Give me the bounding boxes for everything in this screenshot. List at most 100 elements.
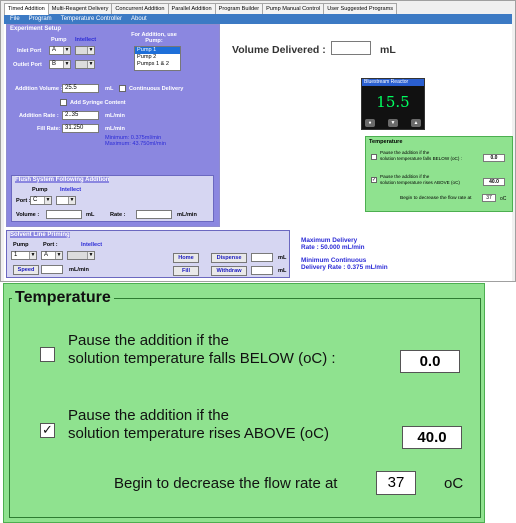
above-value-input[interactable]: 40.0: [402, 426, 462, 449]
pump-select-list[interactable]: Pump 1 Pump 2 Pumps 1 & 2: [134, 46, 181, 71]
fill-rate-unit: mL/min: [105, 126, 125, 132]
pause-below-checkbox[interactable]: [40, 347, 55, 362]
pause-above-line2-small: solution temperature rises ABOVE (oC): [380, 180, 460, 185]
solvent-pump-select[interactable]: 1 ▼: [11, 251, 37, 260]
continuous-delivery-checkbox[interactable]: [119, 85, 126, 92]
tab-multi-reagent[interactable]: Multi-Reagent Delivery: [47, 3, 113, 14]
pause-below-line2-small: solution temperature falls BELOW (oC) :: [380, 156, 462, 161]
display-down-button-icon[interactable]: ▼: [388, 119, 398, 127]
intellect-header: Intellect: [75, 37, 97, 43]
solvent-port-select[interactable]: A ▼: [41, 251, 63, 260]
pause-above-line2: solution temperature rises ABOVE (oC): [68, 425, 329, 442]
timed-addition-panel: Experiment Setup Pump Intellect For Addi…: [4, 24, 513, 281]
temperature-group-small: Temperature Pause the addition if the so…: [365, 136, 513, 212]
flush-rate-label: Rate :: [110, 212, 126, 218]
flush-intellect-select[interactable]: ▼: [56, 196, 76, 205]
pause-below-line2: solution temperature falls BELOW (oC) :: [68, 350, 336, 367]
menu-about[interactable]: About: [131, 16, 147, 22]
dispense-volume-input[interactable]: [251, 253, 273, 262]
pause-above-checkbox-small[interactable]: ✓: [371, 177, 377, 183]
volume-delivered-label: Volume Delivered :: [232, 44, 326, 56]
below-value-input-small[interactable]: 0.0: [483, 154, 505, 162]
outlet-port-label: Outlet Port: [13, 62, 42, 68]
pause-above-text-small: Pause the addition if the solution tempe…: [380, 174, 460, 186]
outlet-intellect-select[interactable]: ▼: [75, 60, 95, 69]
tab-concurrent[interactable]: Concurrent Addition: [111, 3, 169, 14]
tab-user-programs[interactable]: User Suggested Programs: [323, 3, 398, 14]
chevron-down-icon: ▼: [87, 252, 94, 259]
pump-option-both[interactable]: Pumps 1 & 2: [135, 61, 180, 68]
volume-delivered-unit: mL: [380, 44, 396, 56]
reactor-display: Bluestream Reactor 15.5 ● ▼ ▲: [361, 78, 425, 130]
menu-program[interactable]: Program: [29, 16, 52, 22]
reactor-temperature-readout: 15.5: [376, 93, 410, 111]
pause-above-checkbox[interactable]: ✓: [40, 423, 55, 438]
flush-rate-input[interactable]: [136, 210, 172, 219]
addition-volume-unit: mL: [105, 86, 114, 92]
dispense-button[interactable]: Dispense: [211, 253, 247, 263]
menu-temperature-controller[interactable]: Temperature Controller: [61, 16, 122, 22]
pause-above-text: Pause the addition if the solution tempe…: [68, 407, 329, 443]
application-window: Timed Addition Multi-Reagent Delivery Co…: [0, 0, 516, 282]
menu-file[interactable]: File: [10, 16, 20, 22]
above-value-input-small[interactable]: 40.0: [483, 178, 505, 186]
begin-decrease-label: Begin to decrease the flow rate at: [114, 475, 338, 492]
for-addition-label: For Addition, use Pump:: [131, 32, 177, 44]
begin-value-input-small[interactable]: 37: [482, 194, 496, 202]
inlet-intellect-select[interactable]: ▼: [75, 46, 95, 55]
flush-system-group: Flush System Following Addition Pump Int…: [11, 175, 214, 222]
flush-volume-input[interactable]: [46, 210, 82, 219]
chevron-down-icon: ▼: [29, 252, 36, 259]
speed-unit: mL/min: [69, 267, 89, 273]
flush-intellect-header: Intellect: [60, 187, 82, 193]
dispense-unit: mL: [278, 255, 287, 261]
fill-button[interactable]: Fill: [173, 266, 199, 276]
flush-title: Flush System Following Addition: [15, 177, 110, 183]
min-delivery-text: Minimum Continuous Delivery Rate : 0.375…: [301, 257, 388, 271]
fill-rate-input[interactable]: 31.250: [62, 124, 99, 133]
temperature-title: Temperature: [12, 289, 114, 307]
chevron-down-icon: ▼: [68, 197, 75, 204]
withdraw-button[interactable]: Withdraw: [211, 266, 247, 276]
tab-timed-addition[interactable]: Timed Addition: [4, 3, 49, 15]
home-button[interactable]: Home: [173, 253, 199, 263]
addition-rate-input[interactable]: 2..35: [62, 111, 99, 120]
max-delivery-line2: Rate : 50.000 mL/min: [301, 244, 365, 251]
pause-below-text-small: Pause the addition if the solution tempe…: [380, 150, 462, 162]
tab-program-builder[interactable]: Program Builder: [214, 3, 264, 14]
display-buttons: ● ▼ ▲: [365, 119, 421, 127]
begin-value-input[interactable]: 37: [376, 471, 416, 495]
experiment-setup-title: Experiment Setup: [10, 26, 62, 32]
pump-option-2[interactable]: Pump 2: [135, 54, 180, 61]
tab-pump-manual[interactable]: Pump Manual Control: [262, 3, 325, 14]
reactor-display-titlebar: Bluestream Reactor: [362, 79, 424, 86]
speed-input[interactable]: [41, 265, 63, 274]
pump-option-1[interactable]: Pump 1: [135, 47, 180, 54]
flush-volume-unit: mL: [86, 212, 95, 218]
display-up-button-icon[interactable]: ▲: [411, 119, 421, 127]
begin-unit-small: oC: [500, 196, 507, 202]
display-left-button-icon[interactable]: ●: [365, 119, 375, 127]
pause-below-checkbox-small[interactable]: [371, 154, 377, 160]
syringe-content-checkbox[interactable]: [60, 99, 67, 106]
outlet-port-select[interactable]: B ▼: [49, 60, 71, 69]
withdraw-volume-input[interactable]: [251, 266, 273, 275]
solvent-pump-header: Pump: [13, 242, 29, 248]
inlet-port-select[interactable]: A ▼: [49, 46, 71, 55]
chevron-down-icon: ▼: [55, 252, 62, 259]
continuous-delivery-label: Continuous Delivery: [129, 86, 184, 92]
inlet-port-label: Inlet Port: [17, 48, 42, 54]
flush-pump-header: Pump: [32, 187, 48, 193]
begin-decrease-label-small: Begin to decrease the flow rate at: [400, 196, 472, 201]
solvent-intellect-select[interactable]: ▼: [67, 251, 95, 260]
below-value-input[interactable]: 0.0: [400, 350, 460, 373]
flush-port-select[interactable]: C ▼: [30, 196, 52, 205]
addition-volume-input[interactable]: 25.5: [62, 84, 99, 93]
solvent-port-header: Port :: [43, 242, 58, 248]
max-delivery-line1: Maximum Delivery: [301, 237, 358, 244]
speed-button[interactable]: Speed: [13, 265, 39, 275]
pause-below-line1: Pause the addition if the: [68, 332, 229, 349]
temperature-group-zoomed: Temperature Pause the addition if the so…: [3, 283, 485, 523]
pause-below-text: Pause the addition if the solution tempe…: [68, 332, 336, 368]
tab-parallel[interactable]: Parallel Addition: [167, 3, 216, 14]
